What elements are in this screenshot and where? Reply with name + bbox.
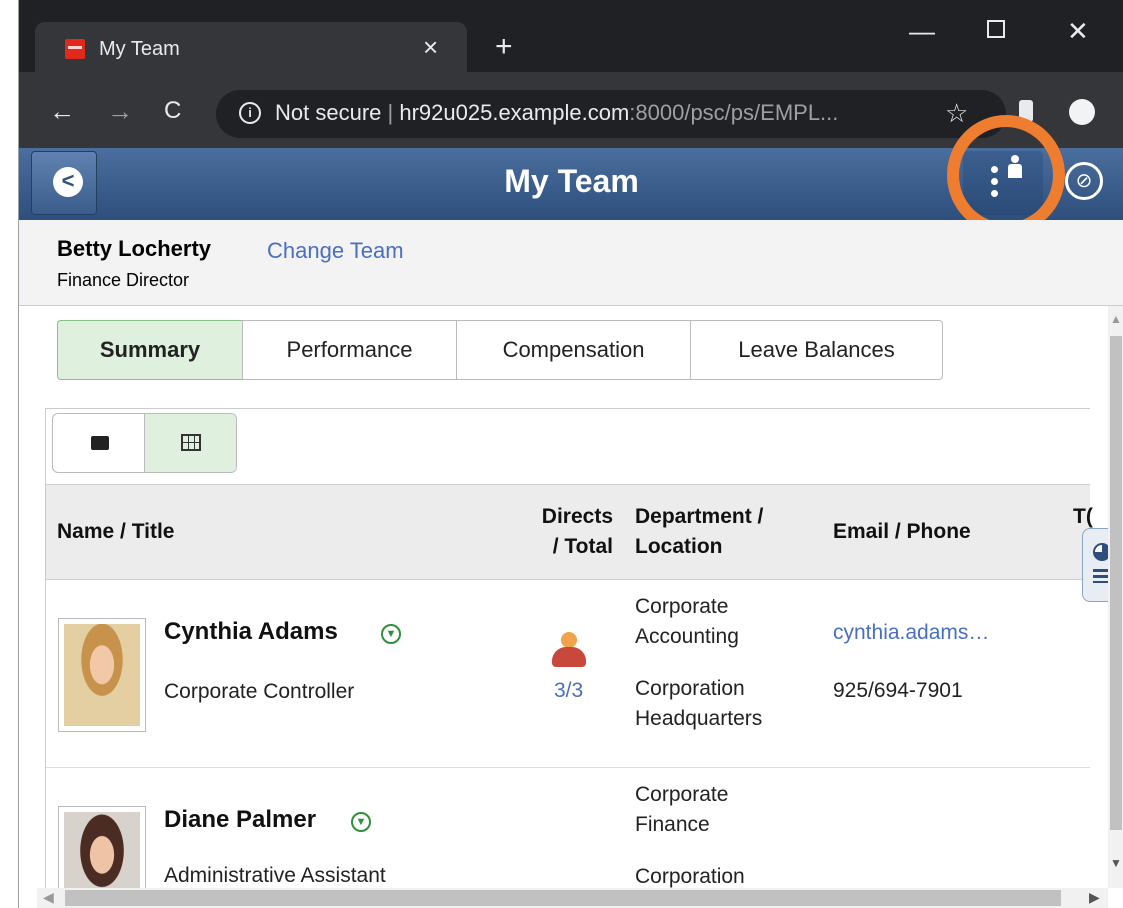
- scroll-down-arrow-icon[interactable]: ▼: [1110, 856, 1122, 870]
- department-line1: Corporate: [635, 595, 729, 618]
- column-header-dept-line2: Location: [635, 535, 723, 558]
- url-text[interactable]: Not secure | hr92u025.example.com:8000/p…: [275, 100, 838, 126]
- manager-title: Finance Director: [57, 270, 190, 290]
- oracle-favicon-icon: [65, 39, 85, 59]
- scroll-left-arrow-icon[interactable]: ◀: [43, 889, 54, 906]
- card-view-button[interactable]: [53, 414, 144, 472]
- directs-count-link[interactable]: 3/3: [554, 676, 583, 706]
- vertical-scroll-thumb[interactable]: [1110, 336, 1122, 830]
- reload-icon[interactable]: C: [164, 96, 181, 126]
- department-line1: Corporate: [635, 783, 729, 806]
- window-close-icon[interactable]: ✕: [1067, 16, 1089, 46]
- horizontal-scroll-thumb[interactable]: [65, 890, 1061, 906]
- department-cell: Corporate Accounting: [635, 592, 739, 652]
- tab-title: My Team: [99, 38, 180, 60]
- highlight-circle: [947, 115, 1065, 235]
- maximize-icon[interactable]: [987, 20, 1005, 38]
- tab-close-icon[interactable]: ×: [423, 32, 438, 62]
- team-icon[interactable]: [551, 632, 587, 670]
- department-line2: Finance: [635, 813, 710, 836]
- chevron-down-icon[interactable]: ▼: [381, 624, 401, 644]
- employee-title: Corporate Controller: [164, 680, 355, 703]
- location-line2: Headquarters: [635, 707, 763, 730]
- security-label: Not secure: [275, 100, 382, 125]
- tab-compensation[interactable]: Compensation: [456, 320, 691, 380]
- employee-title: Administrative Assistant: [164, 864, 386, 887]
- tab-performance[interactable]: Performance: [242, 320, 457, 380]
- back-arrow-icon[interactable]: ←: [49, 96, 75, 126]
- manager-header: [19, 220, 1123, 306]
- change-team-link[interactable]: Change Team: [267, 238, 404, 264]
- navbar-compass-icon[interactable]: ⊘: [1065, 162, 1103, 200]
- minimize-icon[interactable]: —: [909, 16, 935, 46]
- table-row[interactable]: [46, 580, 1090, 768]
- scroll-right-arrow-icon[interactable]: ▶: [1089, 889, 1100, 906]
- column-header-directs-line1: Directs: [541, 505, 613, 528]
- card-view-icon: [91, 436, 109, 450]
- chevron-down-icon[interactable]: ▼: [351, 812, 371, 832]
- profile-avatar[interactable]: [1069, 99, 1095, 125]
- scroll-up-arrow-icon[interactable]: ▲: [1110, 312, 1122, 326]
- location-line1: Corporation: [635, 677, 745, 700]
- column-header-name[interactable]: Name / Title: [57, 517, 175, 547]
- grid-view-icon: [181, 434, 201, 451]
- department-cell: Corporate Finance: [635, 780, 728, 840]
- employee-photo: [58, 618, 146, 732]
- list-lines-icon: [1093, 569, 1109, 583]
- forward-arrow-icon[interactable]: →: [107, 96, 133, 126]
- employee-name[interactable]: Cynthia Adams: [164, 618, 338, 646]
- browser-window: My Team × + — ✕ ← → C i Not secure | hr9…: [18, 0, 1123, 908]
- phone-number: 925/694-7901: [833, 679, 963, 702]
- department-line2: Accounting: [635, 625, 739, 648]
- url-host: hr92u025.example.com: [399, 100, 630, 125]
- email-link[interactable]: cynthia.adams…: [833, 618, 989, 648]
- manager-name: Betty Locherty: [57, 236, 212, 261]
- bookmark-star-icon[interactable]: ☆: [945, 98, 968, 128]
- info-icon[interactable]: i: [239, 102, 261, 124]
- tab-leave-balances[interactable]: Leave Balances: [690, 320, 943, 380]
- column-header-department[interactable]: Department / Location: [635, 502, 763, 562]
- new-tab-icon[interactable]: +: [495, 30, 513, 64]
- column-header-dept-line1: Department /: [635, 505, 764, 528]
- column-header-directs-line2: / Total: [552, 535, 613, 558]
- employee-name[interactable]: Diane Palmer: [164, 806, 316, 834]
- tab-summary[interactable]: Summary: [57, 320, 243, 380]
- url-path: :8000/psc/ps/EMPL...: [629, 100, 839, 125]
- url-separator: |: [387, 100, 394, 125]
- grid-view-button[interactable]: [144, 414, 236, 472]
- location-cell: Corporation Headquarters: [635, 674, 762, 734]
- column-header-directs[interactable]: Directs / Total: [519, 502, 613, 562]
- column-header-email[interactable]: Email / Phone: [833, 517, 971, 547]
